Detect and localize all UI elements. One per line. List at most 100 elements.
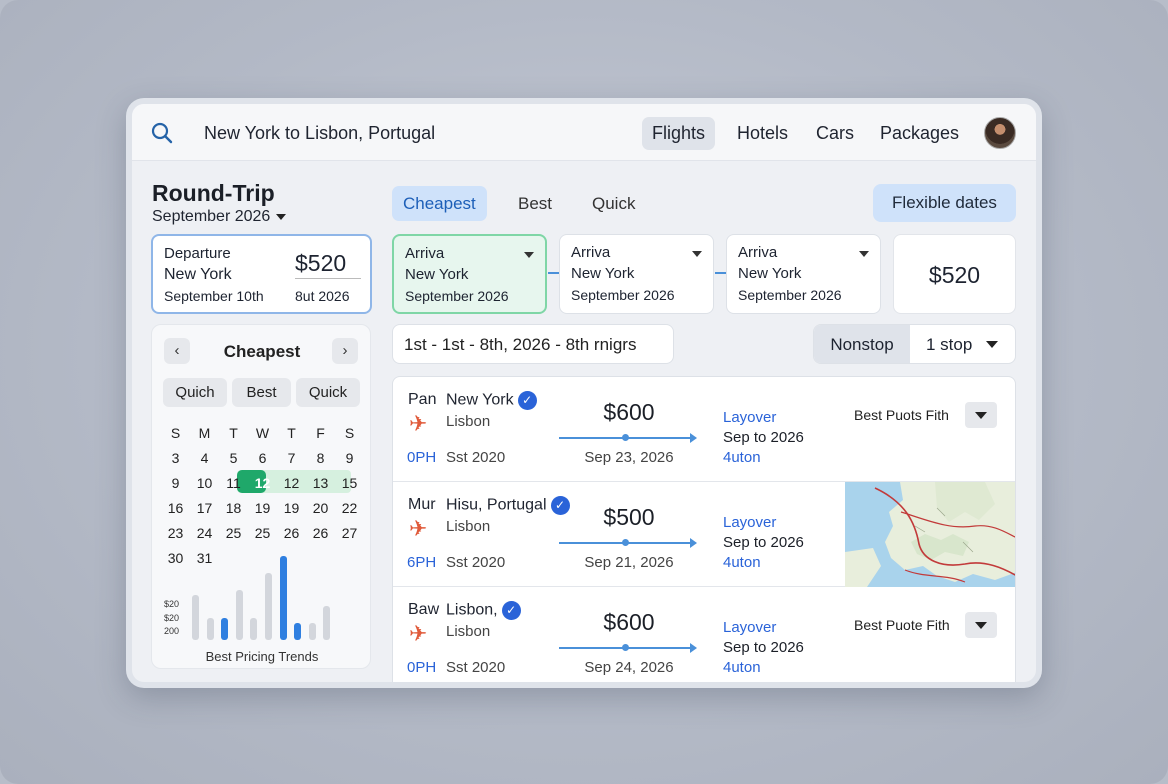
calendar-filter-quich[interactable]: Quich [163, 378, 227, 407]
departure-time: 0PH [407, 659, 437, 676]
tab-hotels[interactable]: Hotels [727, 117, 798, 150]
calendar-day[interactable]: 15 [335, 471, 364, 495]
route-map[interactable] [845, 482, 1016, 587]
trend-bar [308, 623, 316, 640]
departure-sub: 8ut 2026 [295, 288, 350, 304]
calendar-day[interactable]: 9 [161, 471, 190, 495]
weekday-label: M [198, 425, 211, 441]
calendar-day[interactable]: 9 [335, 446, 364, 470]
calendar-day[interactable]: 8 [306, 446, 335, 470]
destination-label: Lisbon, [446, 601, 498, 619]
chevron-down-icon[interactable] [986, 341, 998, 348]
search-input[interactable]: New York to Lisbon, Portugal [204, 123, 435, 144]
chevron-down-icon[interactable] [524, 252, 534, 258]
row-dropdown-button[interactable] [965, 402, 997, 428]
tab-flights[interactable]: Flights [642, 117, 716, 150]
tab-packages[interactable]: Packages [870, 117, 969, 150]
flight-price: $500 [603, 504, 655, 530]
calendar-card: ‹ Cheapest › Quich Best Quick SMTWTFS345… [151, 324, 371, 669]
plane-icon: ✈ [409, 516, 428, 541]
trend-bar [235, 590, 243, 640]
calendar-day[interactable]: 18 [219, 496, 248, 520]
chevron-down-icon[interactable] [692, 251, 702, 257]
calendar-week: 23 24 25 25 26 26 27 [162, 521, 362, 546]
calendar-filter-best[interactable]: Best [232, 378, 291, 407]
calendar-filter-quick[interactable]: Quick [296, 378, 360, 407]
chevron-down-icon [276, 213, 287, 220]
calendar-day[interactable]: 26 [277, 521, 306, 545]
weekday-label: F [316, 425, 325, 441]
layover-sub: 4uton [723, 554, 761, 571]
trend-bar [294, 623, 302, 640]
segment-card[interactable]: Arriva New York September 2026 [726, 234, 881, 314]
tab-cars[interactable]: Cars [806, 117, 864, 150]
departure-date: September 10th [164, 288, 264, 304]
sort-tab-quick[interactable]: Quick [581, 186, 646, 221]
sort-tab-best[interactable]: Best [507, 186, 563, 221]
destination-label: New York [446, 391, 514, 409]
calendar-day[interactable]: 5 [219, 446, 248, 470]
best-fit-label: Best Puote Fith [854, 617, 950, 633]
flight-status: Sst 2020 [446, 659, 506, 676]
calendar-day[interactable]: 19 [277, 496, 306, 520]
segment-label: Arriva [571, 244, 611, 261]
trend-bar [192, 595, 199, 640]
flight-result-row[interactable]: Mur Hisu, Portugal ✓ ✈ Lisbon 6PH Sst 202… [393, 482, 1016, 587]
calendar-day[interactable]: 19 [248, 496, 277, 520]
calendar-day[interactable]: 24 [190, 521, 219, 545]
nonstop-option[interactable]: Nonstop [814, 325, 910, 363]
calendar-day[interactable]: 23 [161, 521, 190, 545]
layover-date: Sep to 2026 [723, 639, 804, 656]
calendar-day[interactable]: 25 [248, 521, 277, 545]
flight-result-row[interactable]: Pan New York ✓ ✈ Lisbon 0PH Sst 2020 $600… [393, 377, 1015, 482]
calendar-day[interactable]: 12 [277, 471, 306, 495]
calendar-day[interactable]: 7 [277, 446, 306, 470]
month-selector[interactable]: September 2026 [152, 208, 287, 226]
segment-card[interactable]: Arriva New York September 2026 [392, 234, 547, 314]
flight-result-row[interactable]: Baw Lisbon, ✓ ✈ Lisbon 0PH Sst 2020 $600 … [393, 587, 1015, 682]
segment-card[interactable]: Arriva New York September 2026 [559, 234, 714, 314]
departure-price: $520 [295, 250, 347, 276]
calendar-day[interactable]: 16 [161, 496, 190, 520]
plane-icon: ✈ [409, 621, 428, 646]
avatar[interactable] [984, 117, 1016, 149]
calendar-day[interactable]: 25 [219, 521, 248, 545]
calendar-day[interactable]: 11 [219, 471, 248, 495]
row-dropdown-button[interactable] [965, 612, 997, 638]
chevron-down-icon[interactable] [859, 251, 869, 257]
calendar-day[interactable]: 26 [306, 521, 335, 545]
one-stop-option[interactable]: 1 stop [926, 325, 972, 363]
calendar-day[interactable]: 22 [335, 496, 364, 520]
calendar-day[interactable]: 4 [190, 446, 219, 470]
stops-filter: Nonstop 1 stop [813, 324, 1016, 364]
calendar-day[interactable]: 6 [248, 446, 277, 470]
sort-tab-cheapest[interactable]: Cheapest [392, 186, 487, 221]
segment-city: New York [738, 265, 802, 282]
calendar-day[interactable]: 20 [306, 496, 335, 520]
price-trend-chart: $20 $20 200 [152, 550, 372, 650]
origin: Lisbon [446, 518, 491, 535]
airline-code: Mur [408, 496, 436, 513]
segment-city: New York [571, 265, 635, 282]
airline-code: Baw [408, 601, 440, 618]
calendar-day[interactable]: 12 [248, 471, 277, 495]
segment-city: New York [405, 266, 469, 283]
chevron-right-icon[interactable]: › [332, 338, 358, 364]
weekday-label: T [229, 425, 238, 441]
calendar-grid: S M T W T F S 3 4 5 6 7 8 9 9 10 11 12 12 13 15 16 17 18 19 19 20 2… [162, 421, 362, 571]
departure-card[interactable]: Departure New York September 10th $520 8… [151, 234, 372, 314]
calendar-day[interactable]: 27 [335, 521, 364, 545]
search-icon[interactable] [150, 121, 174, 145]
calendar-day[interactable]: 13 [306, 471, 335, 495]
calendar-day[interactable]: 17 [190, 496, 219, 520]
date-range-field[interactable]: 1st - 1st - 8th, 2026 - 8th rnigrs [392, 324, 674, 364]
calendar-day[interactable]: 3 [161, 446, 190, 470]
trend-bar [250, 618, 258, 640]
route-line [559, 538, 697, 548]
route-line [559, 643, 697, 653]
calendar-week: 16 17 18 19 19 20 22 [162, 496, 362, 521]
calendar-day[interactable]: 10 [190, 471, 219, 495]
trend-bar [221, 618, 229, 640]
flexible-dates-button[interactable]: Flexible dates [873, 184, 1016, 222]
price-axis-label: 200 [164, 626, 180, 636]
